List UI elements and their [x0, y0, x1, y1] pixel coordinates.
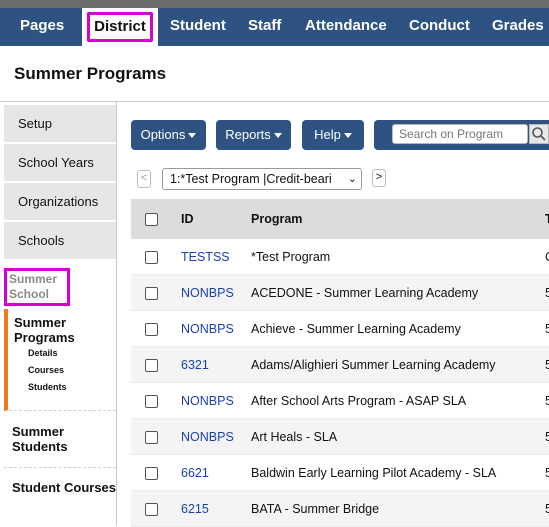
- row-checkbox[interactable]: [145, 395, 158, 408]
- table-row[interactable]: TESTSS *Test Program C: [131, 239, 549, 275]
- row-truncated-cell: 5: [545, 430, 549, 444]
- chevron-down-icon: [343, 133, 352, 139]
- sidebar-item-schools[interactable]: Schools: [4, 222, 116, 260]
- chevron-down-icon: ⌄: [347, 173, 357, 185]
- row-checkbox[interactable]: [145, 467, 158, 480]
- table-row[interactable]: NONBPS Art Heals - SLA 5: [131, 419, 549, 455]
- sidebar-subitem-students[interactable]: Students: [28, 379, 116, 396]
- tab-grades[interactable]: Grades: [492, 8, 544, 46]
- tab-conduct[interactable]: Conduct: [409, 8, 470, 46]
- table-row[interactable]: 6215 BATA - Summer Bridge 5: [131, 491, 549, 527]
- row-checkbox[interactable]: [145, 503, 158, 516]
- row-program-name: Art Heals - SLA: [251, 430, 338, 444]
- row-id-link[interactable]: TESTSS: [181, 250, 230, 264]
- sidebar-group-student-courses[interactable]: Student Courses: [4, 470, 116, 526]
- chevron-down-icon: [273, 133, 282, 139]
- table-row[interactable]: NONBPS Achieve - Summer Learning Academy 5: [131, 311, 549, 347]
- row-id-link[interactable]: 6321: [181, 358, 209, 372]
- row-truncated-cell: 5: [545, 394, 549, 408]
- tab-attendance[interactable]: Attendance: [305, 8, 387, 46]
- row-checkbox[interactable]: [145, 251, 158, 264]
- row-truncated-cell: 5: [545, 358, 549, 372]
- tab-district-label: District: [87, 12, 153, 42]
- sidebar-group-title: Summer Programs: [14, 315, 75, 345]
- row-truncated-cell: 5: [545, 502, 549, 516]
- sidebar-subitem-courses[interactable]: Courses: [28, 362, 116, 379]
- sidebar-subitem-details[interactable]: Details: [28, 345, 116, 362]
- help-button[interactable]: Help: [302, 120, 364, 150]
- table-row[interactable]: NONBPS After School Arts Program - ASAP S…: [131, 383, 549, 419]
- row-id-link[interactable]: 6215: [181, 502, 209, 516]
- row-program-name: ACEDONE - Summer Learning Academy: [251, 286, 479, 300]
- search-icon: [532, 127, 546, 141]
- page-title: Summer Programs: [14, 64, 167, 83]
- search-input[interactable]: [392, 124, 528, 144]
- sidebar: Setup School Years Organizations Schools…: [4, 102, 117, 526]
- sidebar-item-school-years[interactable]: School Years: [4, 144, 116, 182]
- row-truncated-cell: 5: [545, 286, 549, 300]
- column-header-truncated[interactable]: T: [545, 212, 549, 226]
- row-program-name: After School Arts Program - ASAP SLA: [251, 394, 467, 408]
- next-record-button[interactable]: >: [372, 169, 386, 187]
- sidebar-section-summer-school[interactable]: Summer School: [4, 268, 70, 306]
- table-row[interactable]: 6321 Adams/Alighieri Summer Learning Acad…: [131, 347, 549, 383]
- tab-pages[interactable]: Pages: [20, 8, 64, 46]
- chevron-down-icon: [188, 133, 197, 139]
- row-program-name: BATA - Summer Bridge: [251, 502, 380, 516]
- row-truncated-cell: 5: [545, 466, 549, 480]
- row-id-link[interactable]: NONBPS: [181, 394, 234, 408]
- row-checkbox[interactable]: [145, 431, 158, 444]
- options-button[interactable]: Options: [131, 120, 206, 150]
- row-checkbox[interactable]: [145, 359, 158, 372]
- select-all-checkbox[interactable]: [145, 213, 158, 226]
- column-header-id[interactable]: ID: [181, 212, 194, 226]
- row-checkbox[interactable]: [145, 323, 158, 336]
- row-program-name: Achieve - Summer Learning Academy: [251, 322, 461, 336]
- record-select-value: 1:*Test Program |Credit-beari: [170, 172, 332, 186]
- sidebar-group-summer-students[interactable]: Summer Students: [4, 414, 116, 468]
- row-id-link[interactable]: NONBPS: [181, 430, 234, 444]
- sidebar-item-organizations[interactable]: Organizations: [4, 183, 116, 221]
- record-select[interactable]: 1:*Test Program |Credit-beari ⌄: [162, 168, 362, 190]
- sidebar-item-setup[interactable]: Setup: [4, 105, 116, 143]
- sidebar-group-summer-programs[interactable]: Summer Programs Details Courses Students: [4, 309, 116, 411]
- row-program-name: Adams/Alighieri Summer Learning Academy: [251, 358, 496, 372]
- row-id-link[interactable]: NONBPS: [181, 322, 234, 336]
- tab-staff[interactable]: Staff: [248, 8, 281, 46]
- row-id-link[interactable]: 6621: [181, 466, 209, 480]
- tab-district[interactable]: District: [82, 8, 158, 46]
- sidebar-group-title: Summer Students: [12, 424, 68, 454]
- column-header-program[interactable]: Program: [251, 212, 302, 226]
- table-row[interactable]: 6621 Baldwin Early Learning Pilot Academy…: [131, 455, 549, 491]
- row-checkbox[interactable]: [145, 287, 158, 300]
- reports-button[interactable]: Reports: [216, 120, 291, 150]
- search-button[interactable]: [529, 124, 549, 144]
- table-header: ID Program T: [131, 199, 549, 239]
- row-program-name: Baldwin Early Learning Pilot Academy - S…: [251, 466, 497, 480]
- row-program-name: *Test Program: [251, 250, 331, 264]
- row-truncated-cell: 5: [545, 322, 549, 336]
- previous-record-button[interactable]: <: [137, 170, 151, 188]
- row-id-link[interactable]: NONBPS: [181, 286, 234, 300]
- tab-student[interactable]: Student: [170, 8, 226, 46]
- row-truncated-cell: C: [545, 250, 549, 264]
- sidebar-group-title: Student Courses: [12, 480, 117, 495]
- table-row[interactable]: NONBPS ACEDONE - Summer Learning Academy 5: [131, 275, 549, 311]
